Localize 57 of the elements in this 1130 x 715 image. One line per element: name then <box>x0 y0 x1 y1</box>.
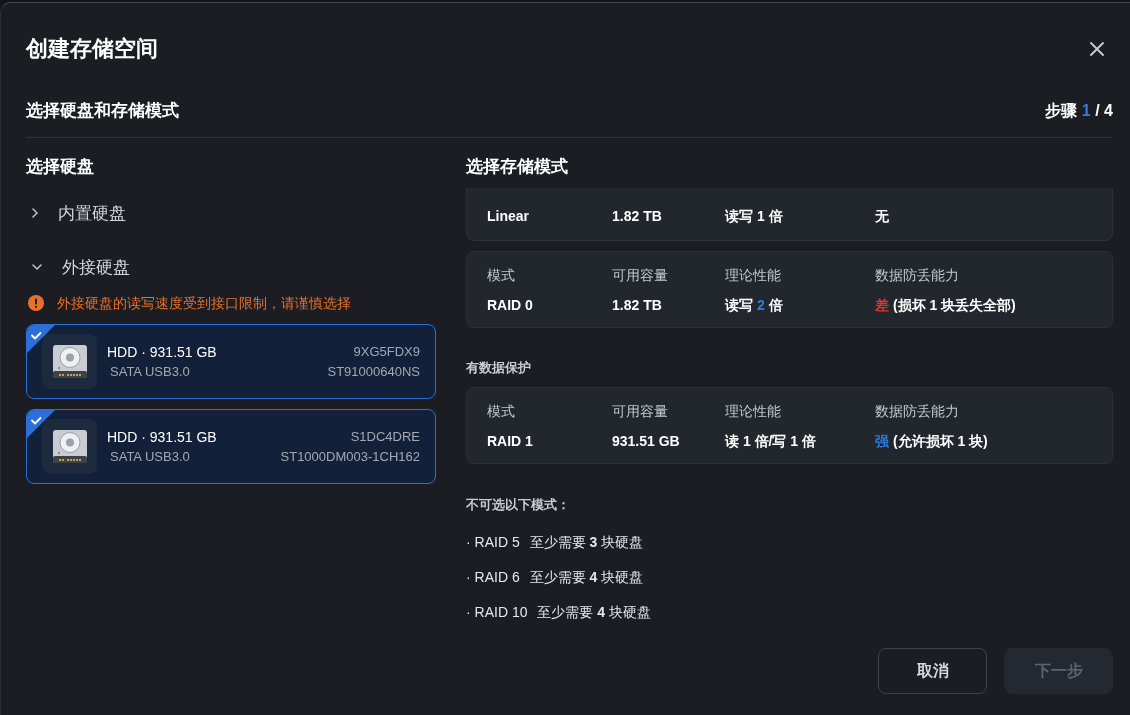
mode-option-card[interactable]: 模式 可用容量 理论性能 数据防丢能力 RAID 0 1.82 TB 读写 2 倍 差 (损坏 1 块丢失全部) <box>466 251 1113 328</box>
protection-value: 强 (允许损坏 1 块) <box>875 432 988 451</box>
column-label: 数据防丢能力 <box>875 266 959 285</box>
requirement-text: 至少需要 4 块硬盘 <box>529 568 644 587</box>
requirement-text: 至少需要 3 块硬盘 <box>529 533 644 552</box>
requirement-text: 至少需要 4 块硬盘 <box>537 603 652 622</box>
column-label: 可用容量 <box>612 402 668 421</box>
disk-group-toggle[interactable]: 外接硬盘 <box>26 247 130 287</box>
mode-name: RAID 0 <box>487 296 533 315</box>
disk-model: ST91000640NS <box>327 362 420 381</box>
performance-value: 读写 1 倍 <box>725 207 783 226</box>
disk-interface: SATA USB3.0 <box>110 447 190 466</box>
disk-panel-title: 选择硬盘 <box>26 156 95 178</box>
mode-panel-title: 选择存储模式 <box>466 156 569 178</box>
disk-name: HDD · 931.51 GB <box>107 427 217 446</box>
disk-name: HDD · 931.51 GB <box>107 342 217 361</box>
mode-option-card[interactable]: 模式 可用容量 理论性能 数据防丢能力 RAID 1 931.51 GB 读 1 倍/写 1 倍 强 (允许损坏 1 块) <box>466 387 1113 464</box>
disk-group-toggle[interactable]: 内置硬盘 <box>26 193 126 233</box>
protection-value: 差 (损坏 1 块丢失全部) <box>875 296 1016 315</box>
performance-value: 读 1 倍/写 1 倍 <box>725 432 817 451</box>
step-counter: 步骤 1 / 4 <box>1045 101 1113 121</box>
disk-serial: 9XG5FDX9 <box>353 342 420 361</box>
column-label: 数据防丢能力 <box>875 402 959 421</box>
chevron-down-icon <box>32 264 42 270</box>
disk-card[interactable]: HDD · 931.51 GB SATA USB3.0 9XG5FDX9 ST91000640NS <box>26 324 436 399</box>
hard-drive-icon <box>42 419 97 474</box>
column-label: 理论性能 <box>725 402 781 421</box>
unavailable-modes-heading: 不可选以下模式： <box>466 496 571 514</box>
capacity-value: 931.51 GB <box>612 432 680 451</box>
unavailable-mode-name: · RAID 6 <box>466 568 520 587</box>
performance-value: 读写 2 倍 <box>725 296 783 315</box>
dialog-title: 创建存储空间 <box>26 35 158 63</box>
mode-name: Linear <box>487 207 529 226</box>
capacity-value: 1.82 TB <box>612 296 662 315</box>
mode-option-card[interactable]: Linear 1.82 TB 读写 1 倍 无 <box>466 188 1113 241</box>
disk-serial: S1DC4DRE <box>350 427 420 446</box>
step-title: 选择硬盘和存储模式 <box>26 100 179 122</box>
disk-card[interactable]: HDD · 931.51 GB SATA USB3.0 S1DC4DRE ST1000DM003-1CH162 <box>26 409 436 484</box>
column-label: 模式 <box>487 402 515 421</box>
close-icon <box>1090 42 1104 56</box>
hard-drive-icon <box>42 334 97 389</box>
disk-model: ST1000DM003-1CH162 <box>280 447 420 466</box>
unavailable-mode-name: · RAID 5 <box>466 533 520 552</box>
chevron-right-icon <box>32 208 38 218</box>
mode-group-heading: 有数据保护 <box>466 359 532 377</box>
warning-icon <box>28 295 44 311</box>
mode-name: RAID 1 <box>487 432 533 451</box>
column-label: 模式 <box>487 266 515 285</box>
unavailable-mode-name: · RAID 10 <box>466 603 528 622</box>
protection-value: 无 <box>875 207 889 226</box>
column-label: 理论性能 <box>725 266 781 285</box>
column-label: 可用容量 <box>612 266 668 285</box>
warning-text: 外接硬盘的读写速度受到接口限制，请谨慎选择 <box>57 294 351 313</box>
close-button[interactable] <box>1090 42 1104 56</box>
disk-interface: SATA USB3.0 <box>110 362 190 381</box>
cancel-button[interactable]: 取消 <box>878 648 987 694</box>
capacity-value: 1.82 TB <box>612 207 662 226</box>
